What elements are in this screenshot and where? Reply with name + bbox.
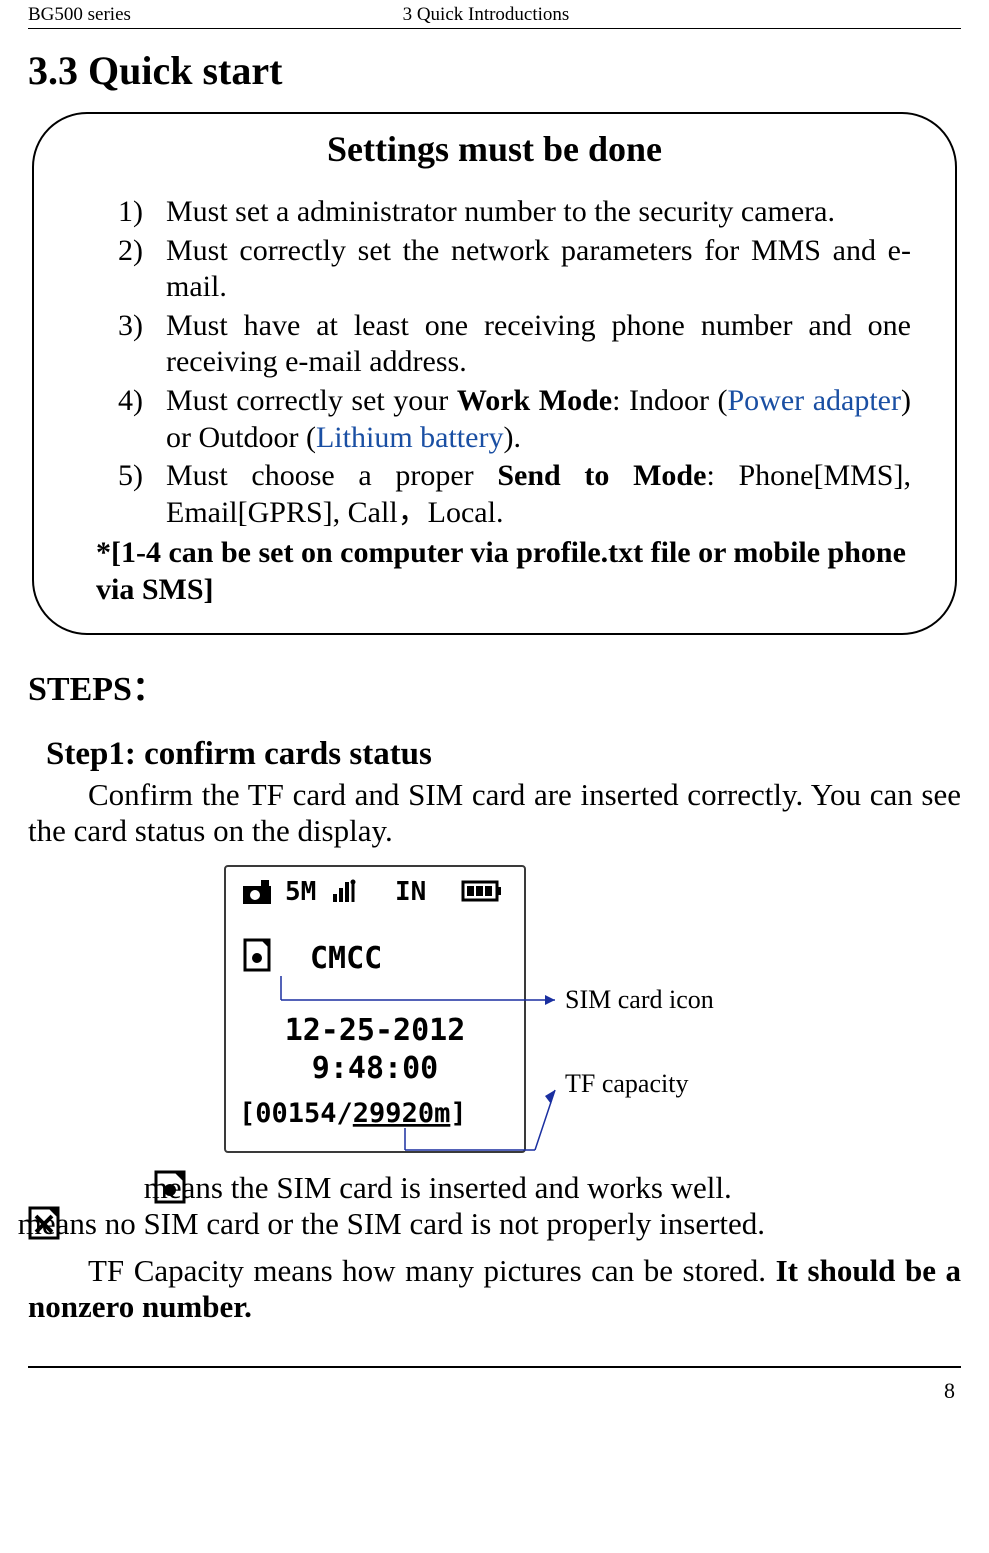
page-number: 8 [944,1378,955,1403]
settings-item-num: 4) [118,383,143,420]
settings-item-tail: ). [503,421,521,454]
display-time: 9:48:00 [311,1051,437,1086]
callout-title: Settings must be done [78,128,911,170]
settings-item-3: 3) Must have at least one receiving phon… [118,308,911,381]
settings-item-1: 1) Must set a administrator number to th… [118,194,911,231]
settings-item-5: 5) Must choose a proper Send to Mode: Ph… [118,458,911,531]
settings-item-num: 2) [118,233,143,270]
label-tf-capacity: TF capacity [565,1069,688,1098]
settings-item-num: 3) [118,308,143,345]
header-center: 3 Quick Introductions [403,4,570,26]
settings-item-bold: Send to Mode [497,459,706,492]
display-date: 12-25-2012 [284,1013,465,1048]
page-footer: 8 [28,1366,961,1410]
svg-text:[00154/29920m]: [00154/29920m] [239,1098,467,1129]
display-diagram: 5M IN CM [28,860,961,1160]
steps-heading: STEPS： [28,661,961,710]
link-power-adapter: Power adapter [728,384,902,417]
settings-item-bold: Work Mode [457,384,612,417]
sim-fail-text: means no SIM card or the SIM card is not… [18,1206,765,1241]
settings-item-text: Must choose a proper [166,459,497,492]
settings-item-2: 2) Must correctly set the network parame… [118,233,911,306]
display-counter-close: ] [450,1098,466,1129]
step1-paragraph: Confirm the TF card and SIM card are ins… [28,777,961,850]
settings-callout: Settings must be done 1) Must set a admi… [32,112,957,635]
callout-note: *[1-4 can be set on computer via profile… [96,535,911,608]
settings-item-4: 4) Must correctly set your Work Mode: In… [118,383,911,456]
header-rule [28,28,961,29]
settings-item-post: : Indoor ( [612,384,727,417]
link-lithium-battery: Lithium battery [316,421,503,454]
sim-ok-icon [94,1170,130,1204]
display-carrier: CMCC [310,941,382,976]
settings-list: 1) Must set a administrator number to th… [78,194,911,531]
settings-item-text: Must correctly set the network parameter… [166,234,911,304]
section-heading: 3.3 Quick start [28,47,961,94]
label-sim-card: SIM card icon [565,985,714,1014]
settings-item-text: Must have at least one receiving phone n… [166,309,911,379]
after-diagram-para2: TF Capacity means how many pictures can … [28,1253,961,1326]
settings-item-text: Must set a administrator number to the s… [166,195,835,228]
display-counter-left: [00154/ [239,1098,353,1129]
sim-fail-icon [0,1206,4,1240]
header-left: BG500 series [28,4,131,26]
after-diagram-para1: means the SIM card is inserted and works… [28,1170,961,1243]
settings-item-text: Must correctly set your [166,384,457,417]
display-res: 5M [285,877,316,907]
display-mode: IN [395,877,426,907]
settings-item-num: 1) [118,194,143,231]
settings-item-num: 5) [118,458,143,495]
tf-capacity-text: TF Capacity means how many pictures can … [88,1253,776,1288]
step1-title: Step1: confirm cards status [46,736,961,773]
display-diagram-svg: 5M IN CM [215,860,775,1160]
page-header: BG500 series 3 Quick Introductions [28,0,961,28]
sim-ok-text: means the SIM card is inserted and works… [144,1170,732,1205]
display-counter-right: 29920m [352,1098,450,1129]
